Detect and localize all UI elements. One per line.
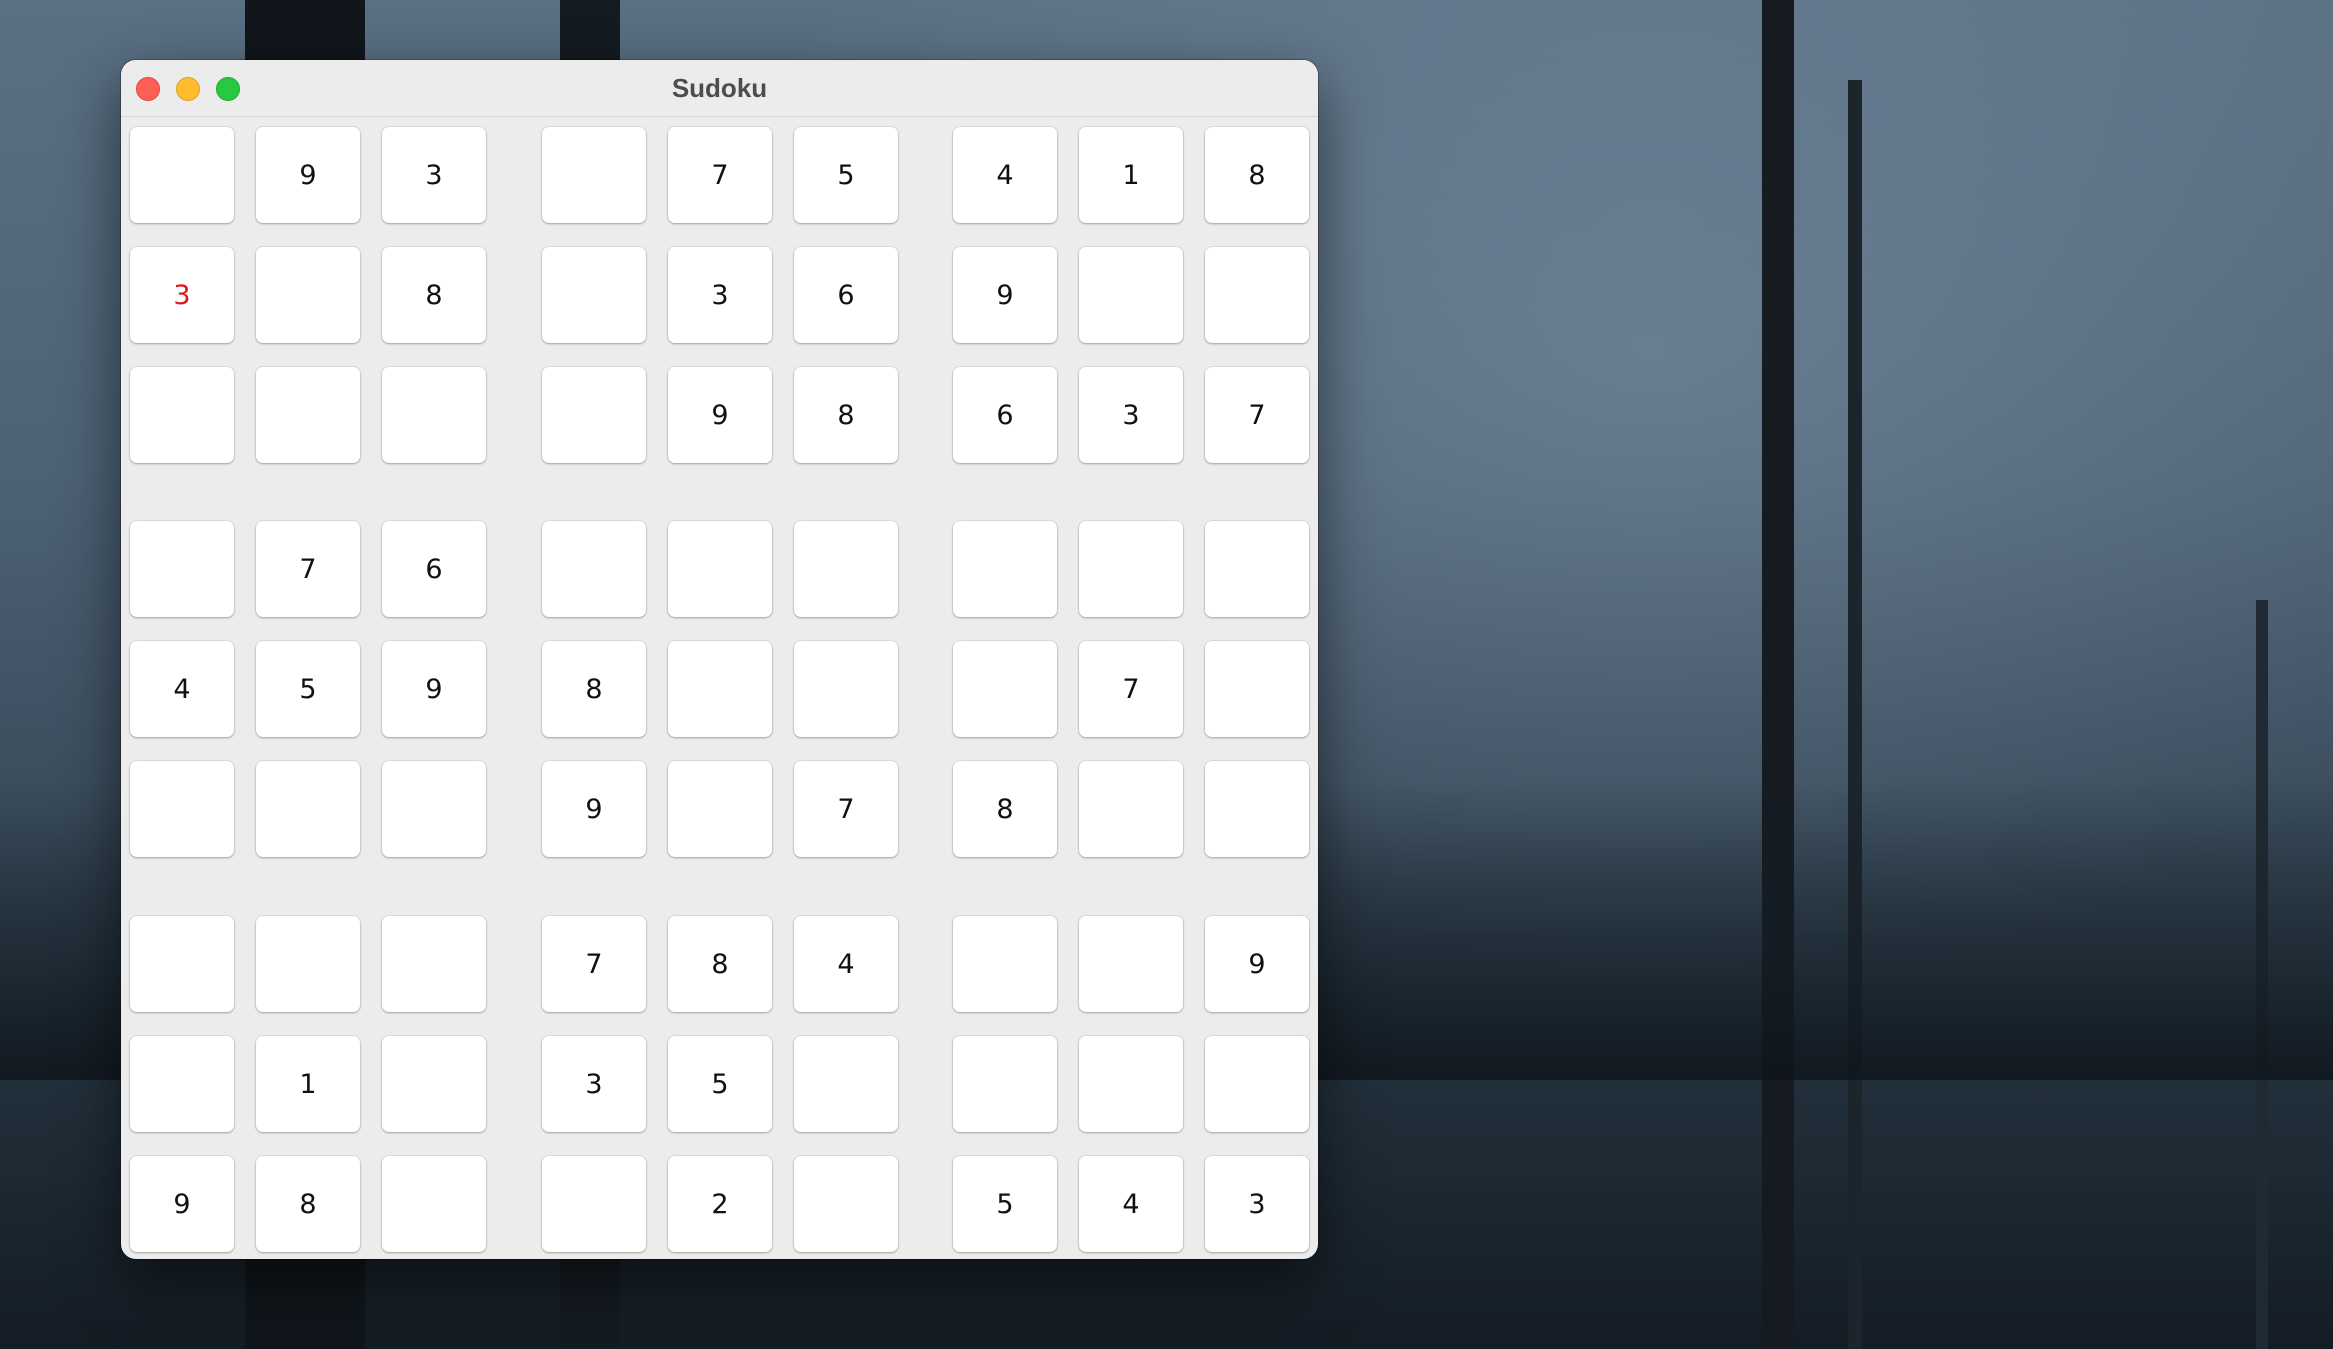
sudoku-cell[interactable]: 9	[130, 1156, 234, 1252]
sudoku-cell[interactable]: 5	[794, 127, 898, 223]
sudoku-cell[interactable]: 4	[130, 641, 234, 737]
sudoku-cell[interactable]	[668, 641, 772, 737]
sudoku-cell[interactable]	[1205, 641, 1309, 737]
sudoku-cell[interactable]: 6	[794, 247, 898, 343]
sudoku-cell[interactable]	[542, 1156, 646, 1252]
sudoku-cell[interactable]	[130, 761, 234, 857]
sudoku-cell[interactable]	[256, 367, 360, 463]
sudoku-cell[interactable]	[542, 247, 646, 343]
sudoku-cell[interactable]: 7	[1205, 367, 1309, 463]
sudoku-cell[interactable]	[382, 761, 486, 857]
sudoku-cell[interactable]	[1079, 761, 1183, 857]
sudoku-cell[interactable]	[542, 127, 646, 223]
sudoku-cell[interactable]	[794, 641, 898, 737]
zoom-button[interactable]	[216, 77, 240, 101]
sudoku-board: 9375418383699863776459879787849135982543	[121, 117, 1318, 1259]
sudoku-cell[interactable]: 5	[953, 1156, 1057, 1252]
sudoku-cell[interactable]: 1	[1079, 127, 1183, 223]
sudoku-cell[interactable]: 8	[542, 641, 646, 737]
sudoku-cell[interactable]	[382, 1156, 486, 1252]
sudoku-cell[interactable]: 9	[953, 247, 1057, 343]
sudoku-cell[interactable]: 8	[668, 916, 772, 1012]
tree-trunk	[1848, 80, 1862, 1349]
sudoku-cell[interactable]	[668, 761, 772, 857]
sudoku-cell[interactable]	[1079, 247, 1183, 343]
minimize-button[interactable]	[176, 77, 200, 101]
sudoku-cell[interactable]: 6	[382, 521, 486, 617]
sudoku-cell[interactable]	[256, 247, 360, 343]
sudoku-cell[interactable]	[953, 1036, 1057, 1132]
sudoku-cell[interactable]: 8	[794, 367, 898, 463]
sudoku-cell[interactable]	[1205, 761, 1309, 857]
sudoku-cell[interactable]: 3	[382, 127, 486, 223]
sudoku-cell[interactable]	[542, 367, 646, 463]
sudoku-cell[interactable]: 3	[668, 247, 772, 343]
sudoku-cell[interactable]	[256, 916, 360, 1012]
sudoku-cell[interactable]	[382, 367, 486, 463]
sudoku-cell[interactable]: 8	[382, 247, 486, 343]
sudoku-cell[interactable]: 7	[668, 127, 772, 223]
sudoku-cell[interactable]	[130, 916, 234, 1012]
sudoku-cell[interactable]	[794, 521, 898, 617]
sudoku-cell[interactable]	[382, 1036, 486, 1132]
sudoku-cell[interactable]	[668, 521, 772, 617]
sudoku-cell[interactable]: 8	[1205, 127, 1309, 223]
sudoku-cell[interactable]	[256, 761, 360, 857]
close-button[interactable]	[136, 77, 160, 101]
sudoku-cell[interactable]: 1	[256, 1036, 360, 1132]
sudoku-cell[interactable]	[130, 1036, 234, 1132]
sudoku-cell[interactable]	[130, 367, 234, 463]
sudoku-cell[interactable]: 7	[542, 916, 646, 1012]
sudoku-cell[interactable]: 4	[794, 916, 898, 1012]
sudoku-cell[interactable]: 4	[1079, 1156, 1183, 1252]
sudoku-cell[interactable]	[382, 916, 486, 1012]
sudoku-cell[interactable]	[953, 641, 1057, 737]
sudoku-cell[interactable]	[1205, 247, 1309, 343]
sudoku-cell[interactable]: 8	[256, 1156, 360, 1252]
sudoku-cell[interactable]: 9	[256, 127, 360, 223]
sudoku-cell[interactable]: 7	[1079, 641, 1183, 737]
sudoku-cell[interactable]	[542, 521, 646, 617]
tree-trunk	[1762, 0, 1794, 1349]
sudoku-cell[interactable]: 4	[953, 127, 1057, 223]
sudoku-cell[interactable]: 9	[1205, 916, 1309, 1012]
sudoku-cell[interactable]: 9	[668, 367, 772, 463]
sudoku-cell[interactable]: 3	[542, 1036, 646, 1132]
sudoku-cell[interactable]	[953, 916, 1057, 1012]
sudoku-cell[interactable]	[953, 521, 1057, 617]
sudoku-cell[interactable]	[1079, 916, 1183, 1012]
sudoku-cell[interactable]: 5	[256, 641, 360, 737]
sudoku-cell[interactable]: 5	[668, 1036, 772, 1132]
sudoku-cell[interactable]: 3	[1079, 367, 1183, 463]
sudoku-cell[interactable]: 7	[256, 521, 360, 617]
sudoku-cell[interactable]	[794, 1036, 898, 1132]
sudoku-cell[interactable]	[1205, 521, 1309, 617]
sudoku-cell[interactable]	[1079, 1036, 1183, 1132]
sudoku-cell[interactable]	[794, 1156, 898, 1252]
sudoku-cell[interactable]	[1079, 521, 1183, 617]
sudoku-cell[interactable]: 7	[794, 761, 898, 857]
sudoku-cell[interactable]: 3	[1205, 1156, 1309, 1252]
window-title: Sudoku	[671, 73, 768, 103]
sudoku-cell[interactable]	[130, 521, 234, 617]
sudoku-window: Sudoku 937541838369986377645987978784913…	[121, 60, 1318, 1259]
sudoku-cell[interactable]: 9	[382, 641, 486, 737]
sudoku-cell[interactable]: 3	[130, 247, 234, 343]
sudoku-cell[interactable]	[1205, 1036, 1309, 1132]
sudoku-cell[interactable]: 6	[953, 367, 1057, 463]
sudoku-cell[interactable]: 9	[542, 761, 646, 857]
sudoku-cell[interactable]: 2	[668, 1156, 772, 1252]
sudoku-cell[interactable]	[130, 127, 234, 223]
title-bar[interactable]: Sudoku	[121, 60, 1318, 117]
sudoku-cell[interactable]: 8	[953, 761, 1057, 857]
